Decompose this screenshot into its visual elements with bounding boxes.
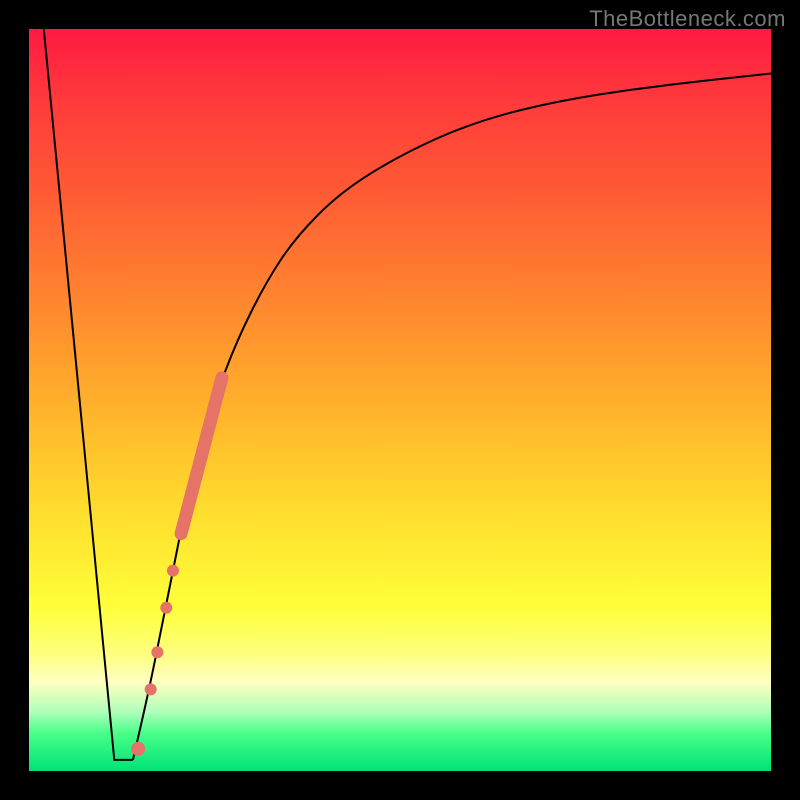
- plot-area: [29, 29, 771, 771]
- highlight-markers: [131, 378, 222, 756]
- curve-drop: [44, 29, 133, 760]
- highlight-thick-segment: [181, 378, 222, 534]
- chart-svg: [29, 29, 771, 771]
- highlight-dot: [167, 565, 179, 577]
- highlight-dot: [151, 646, 163, 658]
- highlight-dot: [131, 742, 145, 756]
- highlight-dot: [160, 602, 172, 614]
- curve-rise: [133, 74, 771, 760]
- watermark-text: TheBottleneck.com: [589, 6, 786, 32]
- highlight-dot: [145, 683, 157, 695]
- chart-frame: TheBottleneck.com: [0, 0, 800, 800]
